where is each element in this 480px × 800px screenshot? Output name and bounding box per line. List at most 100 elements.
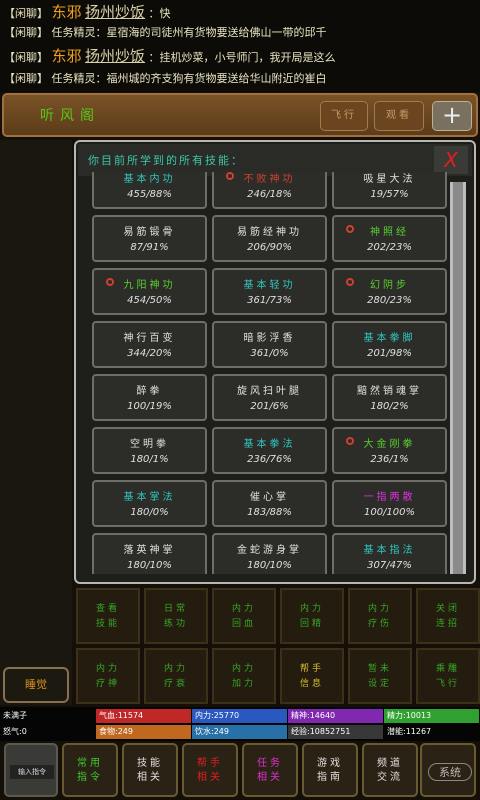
- skill-cell[interactable]: 神行百变 344/20%: [92, 321, 207, 368]
- chat-text: ：快: [148, 7, 171, 20]
- skill-cell[interactable]: 旋风扫叶腿 201/6%: [212, 374, 327, 421]
- chat-name-link[interactable]: 扬州炒饭: [85, 3, 145, 21]
- chat-name-link[interactable]: 扬州炒饭: [85, 47, 145, 65]
- bottom-label-1: 游戏: [317, 758, 343, 769]
- stat-bar: 食物:249: [96, 725, 191, 739]
- skill-name: 神行百变: [123, 333, 176, 344]
- action-button[interactable]: 内力 疗伤: [348, 588, 412, 644]
- bottom-menu-button[interactable]: 帮手 相关: [182, 743, 238, 797]
- skill-cell[interactable]: 黯然销魂掌 180/2%: [332, 374, 447, 421]
- action-label-1: 乘雕: [435, 664, 460, 674]
- skill-cell[interactable]: 空明拳 180/1%: [92, 427, 207, 474]
- skill-level: 280/23%: [367, 295, 412, 306]
- scrollbar[interactable]: [450, 182, 466, 574]
- scrollbar-thumb[interactable]: [453, 182, 463, 574]
- skill-cell[interactable]: 基本拳法 236/76%: [212, 427, 327, 474]
- bottom-menu-button[interactable]: 频道 交流: [362, 743, 418, 797]
- skill-cell[interactable]: 九阳神功 454/50%: [92, 268, 207, 315]
- skill-name: 易筋锻骨: [123, 227, 176, 238]
- skill-cell[interactable]: 基本掌法 180/0%: [92, 480, 207, 527]
- skills-panel-title: 你目前所学到的所有技能：: [88, 154, 244, 167]
- skill-level: 206/90%: [247, 242, 292, 253]
- skill-name: 金蛇游身掌: [237, 545, 302, 556]
- skill-name: 基本掌法: [123, 492, 176, 503]
- bottom-label-1: 帮手: [197, 758, 223, 769]
- bottom-menu-button[interactable]: 技能 相关: [122, 743, 178, 797]
- skill-cell[interactable]: 大金刚拳 236/1%: [332, 427, 447, 474]
- skill-cell[interactable]: 落英神掌 180/10%: [92, 533, 207, 574]
- skill-name: 神照经: [370, 227, 409, 238]
- action-label-1: 查看: [95, 604, 120, 614]
- skill-cell[interactable]: 易筋锻骨 87/91%: [92, 215, 207, 262]
- skill-name: 旋风扫叶腿: [237, 386, 302, 397]
- skill-name: 基本轻功: [243, 280, 296, 291]
- action-label-1: 关闭: [435, 604, 460, 614]
- skill-cell[interactable]: 一指两散 100/100%: [332, 480, 447, 527]
- action-button[interactable]: 内力 疗衰: [144, 648, 208, 704]
- skill-name: 黯然销魂掌: [357, 386, 422, 397]
- location-title: 听风阁: [40, 108, 100, 124]
- sleep-button[interactable]: 睡觉: [3, 667, 69, 703]
- stat-bar: 精力:10013: [384, 709, 479, 723]
- input-command-button[interactable]: 输入指令: [4, 743, 58, 797]
- action-button[interactable]: 查看 技能: [76, 588, 140, 644]
- fly-button[interactable]: 飞行: [320, 101, 368, 131]
- watch-button[interactable]: 观看: [374, 101, 424, 131]
- bottom-label-2: 相关: [137, 772, 163, 783]
- bottom-label-1: 频道: [377, 758, 403, 769]
- skill-cell[interactable]: 基本指法 307/47%: [332, 533, 447, 574]
- action-button[interactable]: 内力 疗神: [76, 648, 140, 704]
- action-button[interactable]: 内力 回血: [212, 588, 276, 644]
- bottom-label-2: 相关: [197, 772, 223, 783]
- skill-cell[interactable]: 易筋经神功 206/90%: [212, 215, 327, 262]
- skill-level: 454/50%: [127, 295, 172, 306]
- action-button[interactable]: 关闭 连招: [416, 588, 480, 644]
- skill-cell[interactable]: 吸星大法 19/57%: [332, 172, 447, 209]
- bottom-label-1: 技能: [137, 758, 163, 769]
- bottom-menu-button[interactable]: 游戏 指南: [302, 743, 358, 797]
- action-button[interactable]: 暂未 设定: [348, 648, 412, 704]
- action-label-1: 内力: [231, 604, 256, 614]
- left-column: [0, 140, 72, 705]
- skill-cell[interactable]: 金蛇游身掌 180/10%: [212, 533, 327, 574]
- stat-bar: 潜能:11267: [384, 725, 479, 739]
- chat-text: 任务精灵：福州城的齐支狗有货物要送给华山附近的崔白: [51, 72, 327, 85]
- chat-channel: 【闲聊】: [4, 72, 48, 85]
- skill-cell[interactable]: 催心掌 183/88%: [212, 480, 327, 527]
- skill-level: 246/18%: [247, 189, 292, 200]
- chat-line: 【闲聊】 任务精灵：福州城的齐支狗有货物要送给华山附近的崔白: [4, 69, 478, 89]
- skill-cell[interactable]: 不败神功 246/18%: [212, 172, 327, 209]
- action-label-1: 帮手: [299, 664, 324, 674]
- plus-button[interactable]: +: [432, 101, 472, 131]
- action-button[interactable]: 乘雕 飞行: [416, 648, 480, 704]
- skill-cell[interactable]: 醉拳 100/19%: [92, 374, 207, 421]
- skill-cell[interactable]: 幻阴步 280/23%: [332, 268, 447, 315]
- skill-level: 202/23%: [367, 242, 412, 253]
- close-icon[interactable]: X: [434, 146, 468, 174]
- skill-cell[interactable]: 神照经 202/23%: [332, 215, 447, 262]
- chat-name[interactable]: 东邪: [52, 47, 82, 65]
- skill-level: 201/6%: [250, 401, 289, 412]
- bottom-label-1: 常用: [77, 758, 103, 769]
- skill-level: 100/19%: [127, 401, 172, 412]
- status-bars: 未满子 气血:11574 内力:25770 精神:14640 精力:10013 怒气:0 食…: [0, 707, 480, 741]
- bottom-menu-button[interactable]: 常用 指令: [62, 743, 118, 797]
- action-label-2: 练功: [163, 619, 188, 629]
- skill-cell[interactable]: 基本内功 455/88%: [92, 172, 207, 209]
- action-buttons: 查看 技能 日常 练功 内力 回血 内力 回精 内力 疗伤 关闭 连招 内力 疗神 内力 疗衰 内力 加力 帮手 信息…: [74, 586, 480, 706]
- chat-name[interactable]: 东邪: [52, 3, 82, 21]
- skill-cell[interactable]: 暗影浮香 361/0%: [212, 321, 327, 368]
- skill-name: 吸星大法: [363, 174, 416, 185]
- bottom-menu-button[interactable]: 任务 相关: [242, 743, 298, 797]
- skill-name: 醉拳: [136, 386, 163, 397]
- action-button[interactable]: 内力 回精: [280, 588, 344, 644]
- action-label-2: 技能: [95, 619, 120, 629]
- action-label-2: 回血: [231, 619, 256, 629]
- system-button[interactable]: 系统: [420, 743, 476, 797]
- skill-level: 361/0%: [250, 348, 289, 359]
- skill-cell[interactable]: 基本拳脚 201/98%: [332, 321, 447, 368]
- action-button[interactable]: 帮手 信息: [280, 648, 344, 704]
- action-button[interactable]: 内力 加力: [212, 648, 276, 704]
- skill-cell[interactable]: 基本轻功 361/73%: [212, 268, 327, 315]
- action-button[interactable]: 日常 练功: [144, 588, 208, 644]
